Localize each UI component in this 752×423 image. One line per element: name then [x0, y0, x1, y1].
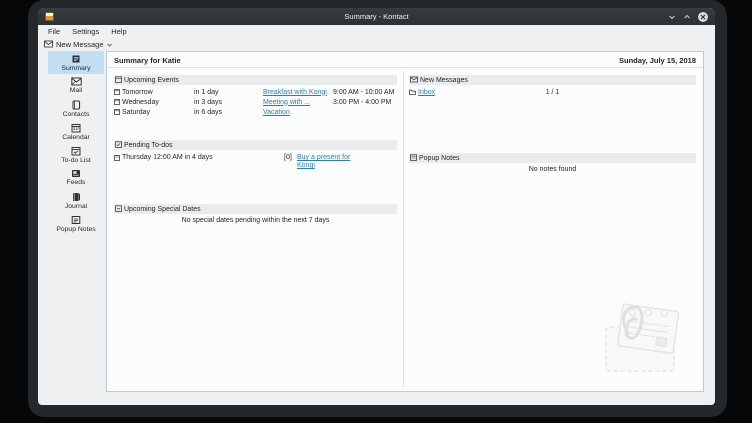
sidebar-item-label: Calendar: [62, 134, 90, 141]
right-column: New Messages Inbox 1 / 1 Popup Notes No …: [409, 71, 696, 389]
sidebar-item-label: Feeds: [67, 179, 86, 186]
event-row: Tomorrow in 1 day Breakfast with Kongi 9…: [114, 87, 397, 97]
sidebar-item-calendar[interactable]: Calendar: [48, 120, 104, 143]
sidebar-item-label: Summary: [61, 65, 90, 72]
sidebar: Summary Mail Contacts Calendar To-do Lis…: [48, 51, 104, 392]
sidebar-item-journal[interactable]: Journal: [48, 189, 104, 212]
pending-todos-icon: [115, 141, 122, 150]
kontact-window: Summary - Kontact File Settings Help New…: [38, 8, 715, 405]
message-count: 1 / 1: [409, 89, 696, 96]
menu-bar: File Settings Help: [38, 25, 715, 37]
section-title: Popup Notes: [419, 155, 459, 162]
event-row: Saturday in 6 days Vacation: [114, 107, 397, 117]
column-divider: [403, 71, 404, 387]
contacts-icon: [71, 100, 81, 110]
new-message-button[interactable]: New Message: [44, 40, 112, 50]
sidebar-item-label: Popup Notes: [56, 226, 95, 233]
menu-item-help[interactable]: Help: [105, 27, 132, 36]
event-when: in 3 days: [194, 99, 263, 106]
summary-view: Summary for Katie Sunday, July 15, 2018 …: [106, 51, 704, 392]
section-title: New Messages: [420, 77, 468, 84]
maximize-icon[interactable]: [683, 13, 691, 21]
sidebar-item-feeds[interactable]: Feeds: [48, 166, 104, 189]
summary-title: Summary for Katie: [114, 56, 181, 65]
chevron-down-icon: [107, 40, 112, 49]
new-message-icon: [44, 40, 53, 50]
todo-when: Thursday 12:00 AM in 4 days: [114, 154, 284, 161]
mail-icon: [71, 77, 82, 86]
new-messages-icon: [410, 76, 418, 85]
section-title: Upcoming Special Dates: [124, 206, 201, 213]
popup-notes-empty-text: No notes found: [409, 166, 696, 173]
sidebar-item-label: To-do List: [61, 157, 90, 164]
sidebar-item-label: Contacts: [63, 111, 90, 118]
todo-checkbox-icon: [114, 155, 120, 161]
special-dates-icon: [115, 205, 122, 214]
event-date-icon: [114, 99, 120, 105]
new-messages-header: New Messages: [409, 75, 696, 85]
menu-item-settings[interactable]: Settings: [66, 27, 105, 36]
todo-priority: [0]: [284, 154, 297, 161]
title-bar[interactable]: Summary - Kontact: [38, 8, 715, 25]
sidebar-item-popup-notes[interactable]: Popup Notes: [48, 212, 104, 235]
event-date-icon: [114, 89, 120, 95]
event-day: Wednesday: [114, 99, 194, 106]
event-time: 9:00 AM - 10:00 AM: [333, 89, 397, 96]
minimize-icon[interactable]: [668, 13, 676, 21]
todo-link[interactable]: Buy a present for Kongi: [297, 154, 367, 170]
sidebar-item-mail[interactable]: Mail: [48, 74, 104, 97]
close-icon[interactable]: [698, 12, 708, 22]
menu-item-file[interactable]: File: [42, 27, 66, 36]
todo-list-icon: [71, 146, 81, 156]
toolbar: New Message: [38, 37, 715, 52]
header-divider: [107, 67, 703, 68]
event-day: Tomorrow: [114, 89, 194, 96]
new-message-label: New Message: [56, 40, 104, 49]
popup-notes-section-icon: [410, 154, 417, 163]
event-row: Wednesday in 3 days Meeting with ... 3:0…: [114, 97, 397, 107]
message-folder-row: Inbox 1 / 1: [409, 87, 696, 97]
upcoming-events-header: Upcoming Events: [114, 75, 397, 85]
sidebar-item-summary[interactable]: Summary: [48, 51, 104, 74]
event-time: 3:00 PM - 4:00 PM: [333, 99, 397, 106]
sidebar-item-contacts[interactable]: Contacts: [48, 97, 104, 120]
summary-view-header: Summary for Katie Sunday, July 15, 2018: [114, 56, 696, 65]
feeds-icon: [71, 169, 81, 178]
sidebar-item-label: Mail: [70, 87, 82, 94]
event-link[interactable]: Meeting with ...: [263, 99, 333, 106]
todo-row: Thursday 12:00 AM in 4 days [0] Buy a pr…: [114, 154, 397, 170]
event-when: in 1 day: [194, 89, 263, 96]
window-title: Summary - Kontact: [38, 12, 715, 21]
left-column: Upcoming Events Tomorrow in 1 day Breakf…: [114, 71, 397, 389]
summary-icon: [71, 54, 81, 64]
kontact-app-icon: [45, 12, 54, 21]
pending-todos-header: Pending To-dos: [114, 140, 397, 150]
upcoming-events-icon: [115, 76, 122, 85]
window-controls: [668, 12, 708, 22]
calendar-icon: [71, 123, 81, 133]
kontact-watermark-logo: [598, 299, 688, 384]
event-when: in 6 days: [194, 109, 263, 116]
event-day: Saturday: [114, 109, 194, 116]
event-link[interactable]: Vacation: [263, 109, 333, 116]
special-dates-header: Upcoming Special Dates: [114, 204, 397, 214]
event-date-icon: [114, 109, 120, 115]
journal-icon: [71, 192, 81, 202]
popup-notes-header: Popup Notes: [409, 153, 696, 163]
sidebar-item-label: Journal: [65, 203, 87, 210]
sidebar-item-todo-list[interactable]: To-do List: [48, 143, 104, 166]
section-title: Upcoming Events: [124, 77, 179, 84]
popup-notes-icon: [71, 215, 81, 225]
special-dates-empty-text: No special dates pending within the next…: [114, 217, 397, 224]
summary-date: Sunday, July 15, 2018: [619, 56, 696, 65]
event-link[interactable]: Breakfast with Kongi: [263, 89, 333, 96]
section-title: Pending To-dos: [124, 142, 173, 149]
